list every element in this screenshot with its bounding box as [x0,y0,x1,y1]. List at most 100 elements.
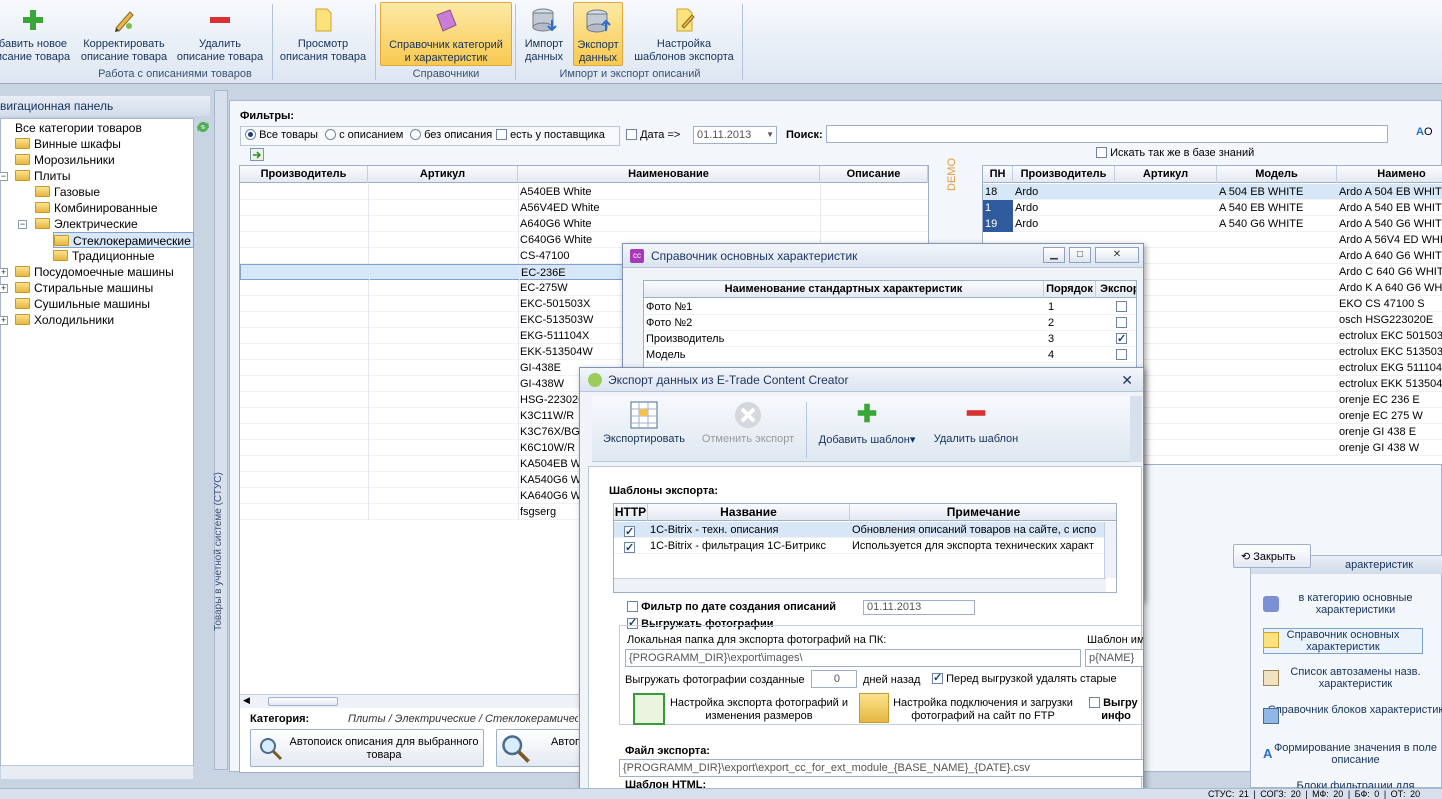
upload-info-checkbox[interactable]: Выгру инфо [1089,697,1138,723]
table-row[interactable]: A56V4ED White [240,200,928,216]
close-button-label[interactable]: ⟲ Закрыть [1241,550,1296,563]
col-model[interactable]: Модель [1217,166,1337,183]
tree-item-all[interactable]: Все категории товаров [15,120,142,136]
filter-date-checkbox[interactable]: Дата => [626,129,680,141]
filter-all-radio[interactable]: Все товары [245,129,318,141]
export-data-button[interactable]: Экспорт данных [573,2,623,66]
photo-settings-link[interactable]: Настройка экспорта фотографий и изменени… [669,697,849,723]
autosearch-button[interactable]: Автопоиск описания для выбранного товара [250,729,484,767]
tree-item[interactable]: Плиты [15,168,70,184]
export-templates-settings-button[interactable]: Настройка шаблонов экспорта [626,2,742,66]
col-article[interactable]: Артикул [1115,166,1217,183]
tree-item[interactable]: Электрические [35,216,138,232]
export-date-picker[interactable]: 01.11.2013 [863,600,975,615]
char-blocks-link[interactable]: Справочник блоков характеристик [1263,704,1442,716]
ftp-settings-link[interactable]: Настройка подключения и загрузки фотогра… [893,697,1073,723]
template-row[interactable]: 1C-Bitrix - техн. описания Обновления оп… [614,522,1104,540]
table-row[interactable]: Модель 4 [644,347,1136,363]
toolbar-overflow[interactable] [1130,396,1142,462]
edit-description-button[interactable]: Корректировать описание товара [76,2,172,66]
tree-item[interactable]: Винные шкафы [15,136,121,152]
filter-with-desc-radio[interactable]: с описанием [325,129,403,141]
table-row[interactable]: 19 Ardo A 540 G6 WHITE Ardo A 540 G6 WHITE [983,216,1442,232]
view-description-button[interactable]: Просмотр описания товара [275,2,371,66]
main-chars-reference-link[interactable]: Справочник основных характеристик [1263,628,1423,654]
add-template-button[interactable]: Добавить шаблон▾ [812,400,922,456]
minimize-button[interactable]: ▁ [1043,247,1065,263]
checkbox-checked-icon[interactable] [1116,331,1127,347]
tree-expand-toggle[interactable]: + [0,284,8,293]
table-row[interactable]: 1 Ardo A 540 EB WHITE Ardo A 540 EB WHITE [983,200,1442,216]
table-row[interactable]: A640G6 White [240,216,928,232]
import-data-button[interactable]: Импорт данных [518,2,570,66]
cancel-export-button[interactable]: Отменить экспорт [696,400,800,456]
resize-photos-icon[interactable] [633,693,665,725]
templates-hscrollbar[interactable] [614,578,1106,592]
table-row[interactable]: Производитель 3 [644,331,1136,347]
close-window-button[interactable]: ✕ [1095,247,1139,263]
tree-collapse-toggle[interactable]: − [0,172,8,181]
category-tree[interactable]: Все категории товаров Винные шкафы Мороз… [0,118,194,779]
tree-expand-toggle[interactable]: + [0,268,8,277]
maximize-button[interactable]: □ [1069,247,1091,263]
filter-supplier-checkbox[interactable]: есть у поставщика [496,129,605,141]
tree-expand-toggle[interactable]: + [0,316,8,325]
delete-description-button[interactable]: Удалить описание товара [172,2,268,66]
folder-icon [15,298,30,309]
tree-item[interactable]: Сушильные машины [15,296,150,312]
table-row[interactable]: Фото №1 1 [644,299,1136,315]
categories-reference-button[interactable]: Справочник категорий и характеристик [380,2,512,66]
days-stepper[interactable]: 0 [811,670,857,688]
description-value-link[interactable]: Формирование значения в поле описание [1263,742,1442,766]
local-folder-input[interactable]: {PROGRAMM_DIR}\export\images\ [625,649,1081,667]
find-button[interactable]: AО [1416,126,1433,138]
tree-item[interactable]: Традиционные [53,248,155,264]
tree-collapse-toggle[interactable]: − [18,220,27,229]
export-run-button[interactable]: Экспортировать [596,400,692,456]
export-file-input[interactable]: {PROGRAMM_DIR}\export\export_cc_for_ext_… [619,759,1143,777]
add-description-button[interactable]: бавить новое исание товара [0,2,74,66]
tree-item[interactable]: Газовые [35,184,100,200]
add-main-chars-link[interactable]: в категорию основные характеристики [1263,592,1442,616]
filter-date-picker[interactable]: 01.11.2013 ▼ [693,126,777,144]
tree-item[interactable]: Морозильники [15,152,115,168]
close-window-button[interactable]: ✕ [1121,368,1133,392]
scroll-thumb[interactable] [268,697,338,706]
search-input[interactable] [826,125,1388,143]
grid-line [368,440,369,456]
col-pn[interactable]: ПН [983,166,1013,183]
refresh-icon[interactable] [194,118,212,136]
col-name[interactable]: Наименование [518,166,820,183]
checkbox-icon[interactable] [1116,317,1127,328]
template-row[interactable]: 1C-Bitrix - фильтрация 1С-Битрикс Исполь… [614,538,1104,556]
checkbox-icon[interactable] [1116,301,1127,312]
ftp-folder-icon[interactable] [859,693,889,723]
table-row[interactable]: 18 Ardo A 504 EB WHITE Ardo A 504 EB WHITE [983,184,1442,200]
tree-hscrollbar[interactable] [1,765,193,779]
tree-item-selected[interactable]: Стеклокерамические [53,232,194,248]
date-filter-checkbox[interactable]: Фильтр по дате создания описаний [627,601,836,613]
tree-item[interactable]: Посудомоечные машины [15,264,174,280]
filter-without-desc-radio[interactable]: без описания [410,129,492,141]
col-description[interactable]: Описание [820,166,928,183]
templates-vscrollbar[interactable] [1104,522,1116,578]
delete-old-checkbox[interactable]: Перед выгрузкой удалять старые [932,671,1117,685]
blocks-icon [1263,708,1279,724]
templates-grid[interactable]: HTTP Название Примечание 1C-Bitrix - тех… [613,503,1117,593]
export-grid-icon[interactable] [250,148,264,161]
tree-item[interactable]: Комбинированные [35,200,158,216]
name-template-input[interactable]: p{NAME} [1085,649,1143,667]
tree-item[interactable]: Холодильники [15,312,114,328]
col-maker[interactable]: Производитель [240,166,368,183]
search-kb-checkbox[interactable]: Искать так же в базе знаний [1096,147,1254,159]
autoreplace-list-link[interactable]: Список автозамены назв. характеристик [1263,666,1442,690]
remove-template-button[interactable]: Удалить шаблон [926,400,1026,456]
autosearch-all-button[interactable]: Автоп [496,729,586,767]
col-name[interactable]: Наимено [1337,166,1442,183]
col-maker[interactable]: Производитель [1013,166,1115,183]
col-article[interactable]: Артикул [368,166,518,183]
checkbox-icon[interactable] [1116,349,1127,360]
table-row[interactable]: A540EB White [240,184,928,200]
tree-item[interactable]: Стиральные машины [15,280,153,296]
table-row[interactable]: Фото №2 2 [644,315,1136,331]
